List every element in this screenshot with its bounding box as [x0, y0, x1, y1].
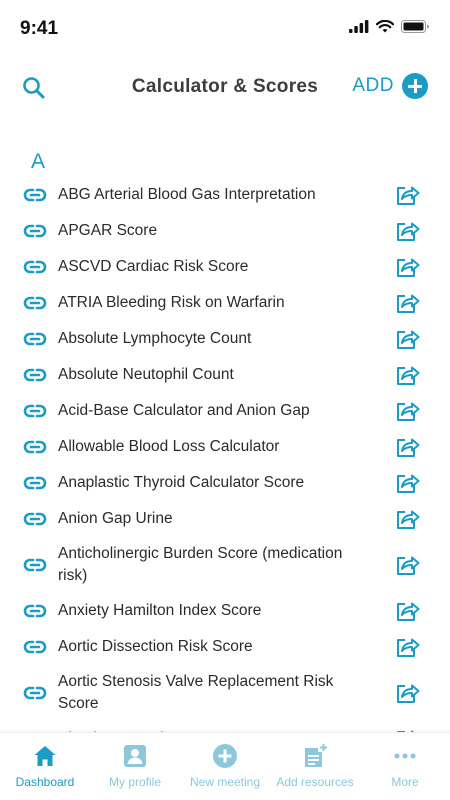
link-icon: [23, 440, 47, 454]
section-letter: A: [31, 150, 46, 173]
link-icon: [23, 512, 47, 526]
add-button[interactable]: ADD: [352, 73, 428, 99]
bottom-tab-bar: Dashboard My profile New meeting Add res…: [0, 732, 450, 800]
tab-label: More: [391, 775, 419, 789]
share-icon[interactable]: [394, 326, 420, 352]
list-item[interactable]: Aortic Stenosis Valve Replacement Risk S…: [0, 665, 450, 721]
battery-icon: [401, 20, 429, 33]
list-item[interactable]: Absolute Lymphocyte Count: [0, 321, 450, 357]
share-icon[interactable]: [394, 598, 420, 624]
list-item-label: ASCVD Cardiac Risk Score: [58, 258, 249, 275]
share-icon[interactable]: [394, 470, 420, 496]
list-item[interactable]: Anaplastic Thyroid Calculator Score: [0, 465, 450, 501]
list-item[interactable]: ASCVD Cardiac Risk Score: [0, 249, 450, 285]
list-item-label: Absolute Neutophil Count: [58, 366, 234, 383]
share-icon[interactable]: [394, 506, 420, 532]
list-item-label: Anion Gap Urine: [58, 510, 173, 527]
tab-new-meeting[interactable]: New meeting: [180, 733, 270, 800]
link-icon: [23, 260, 47, 274]
list-item-label: Anxiety Hamilton Index Score: [58, 602, 262, 619]
list-item[interactable]: ABG Arterial Blood Gas Interpretation: [0, 177, 450, 213]
link-icon: [23, 686, 47, 700]
add-circle-icon: [402, 73, 428, 99]
share-icon[interactable]: [394, 434, 420, 460]
tab-add-resources[interactable]: Add resources: [270, 733, 360, 800]
header: Calculator & Scores ADD: [0, 64, 450, 112]
share-icon[interactable]: [394, 254, 420, 280]
link-icon: [23, 188, 47, 202]
share-icon[interactable]: [394, 362, 420, 388]
list-item-label: Allowable Blood Loss Calculator: [58, 438, 280, 455]
document-add-icon: [305, 744, 327, 767]
signal-icon: [349, 20, 369, 33]
tab-dashboard[interactable]: Dashboard: [0, 733, 90, 800]
list-item[interactable]: APGAR Score: [0, 213, 450, 249]
share-icon[interactable]: [394, 552, 420, 578]
list-item[interactable]: Absolute Neutophil Count: [0, 357, 450, 393]
list-item-label: ABG Arterial Blood Gas Interpretation: [58, 186, 316, 203]
link-icon: [23, 368, 47, 382]
status-time: 9:41: [20, 18, 59, 39]
list-item-label: Absolute Lymphocyte Count: [58, 330, 252, 347]
link-icon: [23, 332, 47, 346]
home-icon: [34, 746, 56, 766]
share-icon[interactable]: [394, 680, 420, 706]
tab-my-profile[interactable]: My profile: [90, 733, 180, 800]
link-icon: [23, 640, 47, 654]
tab-more[interactable]: More: [360, 733, 450, 800]
list-item[interactable]: Allowable Blood Loss Calculator: [0, 429, 450, 465]
link-icon: [23, 404, 47, 418]
wifi-icon: [376, 20, 394, 33]
share-icon[interactable]: [394, 398, 420, 424]
share-icon[interactable]: [394, 290, 420, 316]
list-item[interactable]: ATRIA Bleeding Risk on Warfarin: [0, 285, 450, 321]
list-item[interactable]: Acid-Base Calculator and Anion Gap: [0, 393, 450, 429]
status-icons: [349, 20, 430, 33]
tab-label: New meeting: [189, 775, 261, 789]
add-label: ADD: [352, 75, 394, 96]
share-icon[interactable]: [394, 634, 420, 660]
list-item-label: Acid-Base Calculator and Anion Gap: [58, 402, 310, 419]
link-icon: [23, 604, 47, 618]
list-item[interactable]: Anion Gap Urine: [0, 501, 450, 537]
list-item-label: ATRIA Bleeding Risk on Warfarin: [58, 294, 285, 311]
status-bar: 9:41: [0, 0, 450, 56]
list-item[interactable]: Anxiety Hamilton Index Score: [0, 593, 450, 629]
list-item-label: Aortic Stenosis Valve Replacement Risk S…: [58, 673, 334, 712]
list-item[interactable]: Aortic Dissection Risk Score: [0, 629, 450, 665]
link-icon: [23, 476, 47, 490]
tab-label: Dashboard: [15, 775, 75, 789]
tab-label: Add resources: [276, 775, 354, 789]
plus-circle-icon: [213, 744, 237, 768]
share-icon[interactable]: [394, 182, 420, 208]
share-icon[interactable]: [394, 218, 420, 244]
link-icon: [23, 224, 47, 238]
link-icon: [23, 296, 47, 310]
list-item-label: Anaplastic Thyroid Calculator Score: [58, 474, 305, 491]
tab-label: My profile: [108, 775, 161, 789]
more-dots-icon: [394, 753, 416, 759]
calculator-list: ABG Arterial Blood Gas Interpretation AP…: [0, 177, 450, 737]
list-item[interactable]: Anticholinergic Burden Score (medication…: [0, 537, 450, 593]
list-item-label: Aortic Dissection Risk Score: [58, 638, 253, 655]
list-item-label: Anticholinergic Burden Score (medication…: [58, 545, 343, 584]
link-icon: [23, 558, 47, 572]
profile-icon: [124, 745, 146, 767]
list-item-label: APGAR Score: [58, 222, 158, 239]
